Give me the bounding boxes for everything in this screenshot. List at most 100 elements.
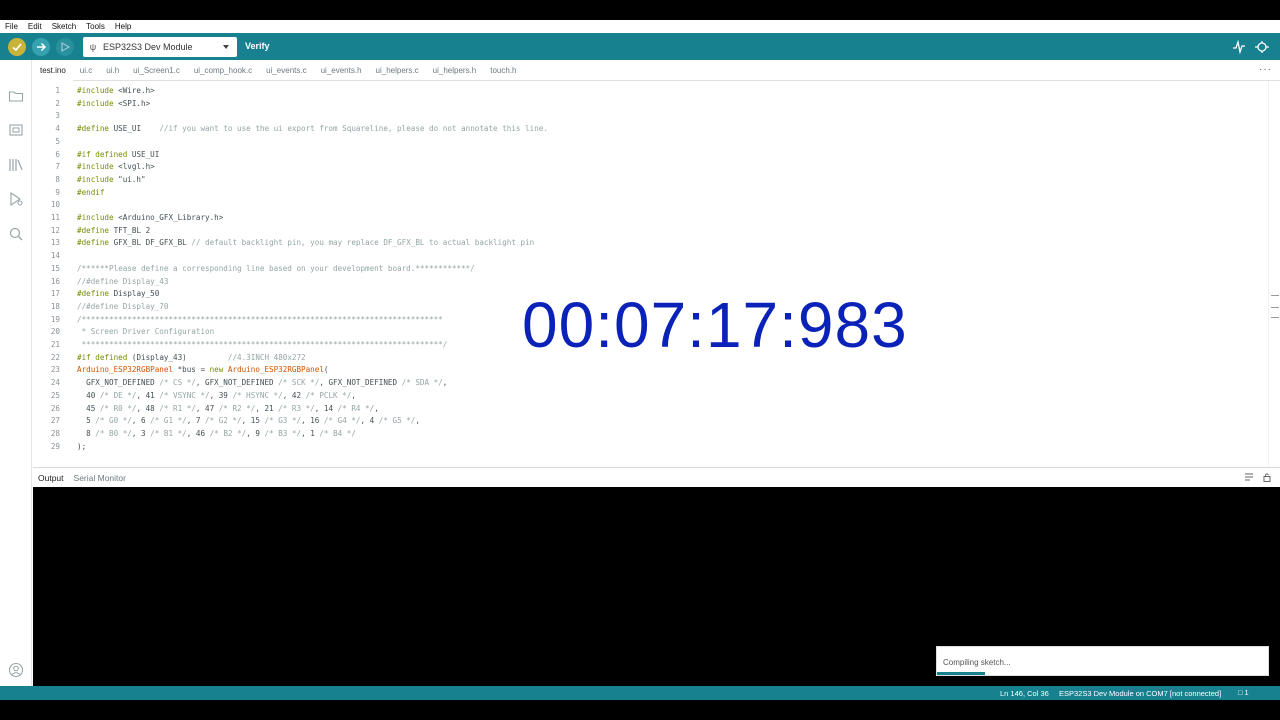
tab-ui-comp-hook-c[interactable]: ui_comp_hook.c [187,60,259,81]
code-line[interactable]: 9 #endif [33,187,1268,200]
usb-icon: ψ [89,42,97,52]
code-text: #include <lvgl.h> [77,162,155,172]
line-number: 26 [50,403,60,413]
code-line[interactable]: 12 #define TFT_BL 2 [33,225,1268,238]
tab-ui-helpers-h[interactable]: ui_helpers.h [426,60,484,81]
lock-icon[interactable] [1262,472,1272,482]
output-panel-header: Output Serial Monitor [33,467,1280,487]
code-text: #define USE_UI //if you want to use the … [77,124,548,134]
code-line[interactable]: 26 45 /* R0 */, 48 /* R1 */, 47 /* R2 */… [33,403,1268,416]
code-line[interactable]: 25 40 /* DE */, 41 /* VSYNC */, 39 /* HS… [33,390,1268,403]
notification-count: 1 [1244,688,1249,697]
code-line[interactable]: 14 [33,250,1268,263]
menu-file[interactable]: File [0,22,23,31]
code-line[interactable]: 23 Arduino_ESP32RGBPanel *bus = new Ardui… [33,364,1268,377]
menu-sketch[interactable]: Sketch [47,22,81,31]
tab-output[interactable]: Output [33,473,69,483]
code-line[interactable]: 5 [33,136,1268,149]
notifications-indicator[interactable]: □ 1 [1238,688,1249,697]
code-line[interactable]: 27 5 /* G0 */, 6 /* G1 */, 7 /* G2 */, 1… [33,415,1268,428]
tab-ui-events-h[interactable]: ui_events.h [314,60,369,81]
code-line[interactable]: 13 #define GFX_BL DF_GFX_BL // default ba… [33,237,1268,250]
code-line[interactable]: 11 #include <Arduino_GFX_Library.h> [33,212,1268,225]
serial-monitor-icon[interactable] [1254,40,1270,54]
menu-tools[interactable]: Tools [81,22,110,31]
tab-ui-h[interactable]: ui.h [99,60,126,81]
toolbar: ψ ESP32S3 Dev Module Verify [0,33,1280,60]
code-line[interactable]: 28 8 /* B0 */, 3 /* B1 */, 46 /* B2 */, … [33,428,1268,441]
code-line[interactable]: 29); [33,441,1268,454]
checkmark-icon [12,43,22,52]
tab-ui-c[interactable]: ui.c [73,60,99,81]
upload-button[interactable] [32,38,50,56]
tab-test-ino[interactable]: test.ino [33,59,73,81]
code-line[interactable]: 4 #define USE_UI //if you want to use the… [33,123,1268,136]
tab-ui-screen1-c[interactable]: ui_Screen1.c [126,60,187,81]
tab-ui-events-c[interactable]: ui_events.c [259,60,313,81]
debug-button[interactable] [56,38,74,56]
clear-output-icon[interactable] [1244,472,1254,482]
account-icon[interactable] [8,662,24,678]
folder-icon[interactable] [8,88,24,104]
menu-bar: File Edit Sketch Tools Help [0,20,1280,33]
code-line[interactable]: 1 #include <Wire.h> [33,85,1268,98]
code-line[interactable]: 8 #include "ui.h" [33,174,1268,187]
board-status[interactable]: ESP32S3 Dev Module on COM7 [not connecte… [1059,689,1221,698]
line-number: 20 [50,327,60,337]
line-number: 7 [55,162,60,172]
code-line[interactable]: 24 GFX_NOT_DEFINED /* CS */, GFX_NOT_DEF… [33,377,1268,390]
board-selector-label: ESP32S3 Dev Module [103,42,193,52]
tab-serial-monitor[interactable]: Serial Monitor [69,473,131,483]
line-number: 3 [55,111,60,121]
code-line[interactable]: 10 [33,199,1268,212]
line-number: 2 [55,98,60,108]
board-selector[interactable]: ψ ESP32S3 Dev Module [83,37,237,57]
boards-manager-icon[interactable] [8,122,24,138]
overview-ruler-mark [1271,307,1279,308]
overview-ruler-mark [1271,317,1279,318]
code-line[interactable]: 3 [33,110,1268,123]
serial-plotter-icon[interactable] [1232,40,1246,54]
code-line[interactable]: 16 //#define Display_43 [33,276,1268,289]
code-text: 40 /* DE */, 41 /* VSYNC */, 39 /* HSYNC… [77,390,356,400]
line-number: 5 [55,136,60,146]
code-text: ); [77,441,87,451]
code-line[interactable]: 2 #include <SPI.h> [33,98,1268,111]
code-text: #define GFX_BL DF_GFX_BL // default back… [77,238,535,248]
tab-ui-helpers-c[interactable]: ui_helpers.c [369,60,426,81]
editor-scrollbar[interactable] [1268,81,1280,467]
code-text: #if defined USE_UI [77,149,160,159]
bell-icon: □ [1238,688,1243,697]
activity-sidebar [0,60,32,686]
code-text: #include <Wire.h> [77,86,155,95]
line-number: 28 [50,428,60,438]
menu-help[interactable]: Help [110,22,136,31]
line-number: 29 [50,441,60,451]
compile-notification: Compiling sketch... [936,646,1269,676]
editor-tabs: test.ino ui.c ui.h ui_Screen1.c ui_comp_… [33,59,1280,81]
line-number: 13 [50,238,60,248]
line-number: 1 [55,86,60,95]
cursor-position[interactable]: Ln 146, Col 36 [1000,689,1049,698]
code-line[interactable]: 6 #if defined USE_UI [33,149,1268,162]
debug-sidebar-icon[interactable] [8,191,24,207]
tab-touch-h[interactable]: touch.h [483,60,523,81]
line-number: 14 [50,251,60,261]
code-text: #include <SPI.h> [77,98,151,108]
line-number: 18 [50,301,60,311]
line-number: 21 [50,340,60,349]
code-line[interactable]: 7 #include <lvgl.h> [33,161,1268,174]
library-manager-icon[interactable] [8,157,24,173]
menu-edit[interactable]: Edit [23,22,47,31]
arrow-right-icon [37,42,47,52]
code-text: 5 /* G0 */, 6 /* G1 */, 7 /* G2 */, 15 /… [77,416,420,426]
line-number: 10 [50,200,60,210]
search-icon[interactable] [8,226,24,242]
code-text: 45 /* R0 */, 48 /* R1 */, 47 /* R2 */, 2… [77,403,379,413]
arduino-ide-window: File Edit Sketch Tools Help ψ ESP32S3 De… [0,20,1280,700]
code-line[interactable]: 15 /******Please define a corresponding l… [33,263,1268,276]
verify-button[interactable] [8,38,26,56]
code-editor[interactable]: 1 #include <Wire.h> 2 #include <SPI.h> 3 4 #de… [33,81,1268,467]
tabs-more-button[interactable]: ··· [1259,64,1272,75]
code-text: #if defined (Display_43) //4.3INCH 480x2… [77,352,306,362]
